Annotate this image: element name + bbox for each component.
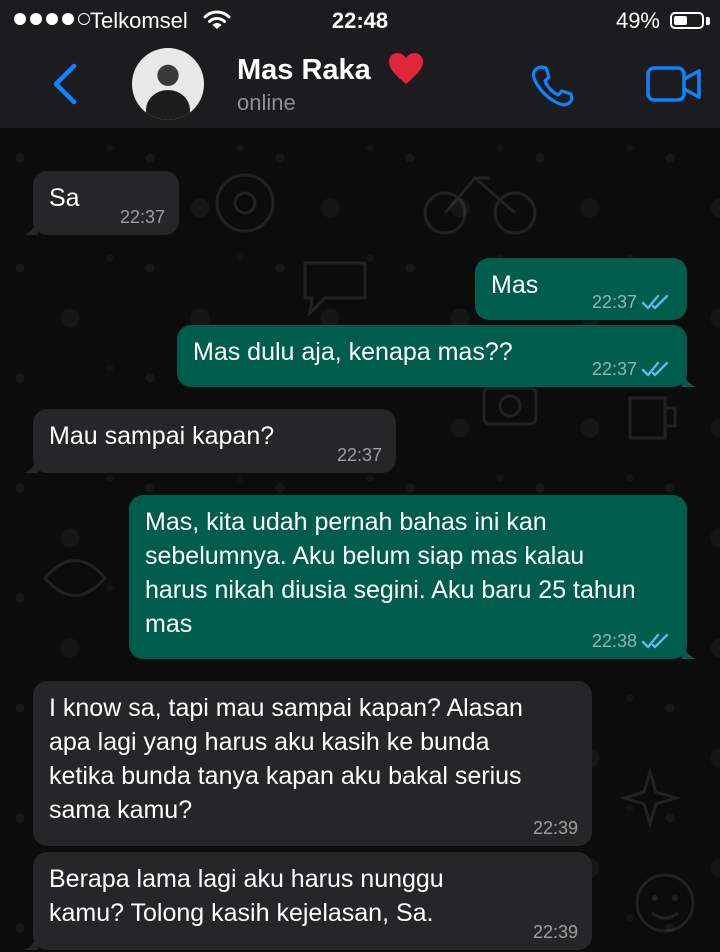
bubble-tail — [682, 371, 696, 387]
bubble-tail — [24, 457, 38, 473]
battery-percent: 49% — [615, 8, 660, 33]
message-bubble-incoming[interactable]: Berapa lama lagi aku harus nunggu kamu? … — [24, 852, 592, 950]
wallpaper-doodle-icon — [215, 173, 275, 233]
message-bubble-incoming[interactable]: I know sa, tapi mau sampai kapan? Alasan… — [33, 681, 592, 846]
double-check-icon — [641, 361, 669, 377]
wallpaper-doodle-icon — [423, 175, 537, 235]
avatar[interactable] — [132, 48, 204, 120]
message-bubble-outgoing[interactable]: Mas 22:37 — [475, 258, 687, 320]
heart-emoji-icon — [389, 53, 423, 84]
message-text: Mas, kita udah pernah bahas ini kan sebe… — [145, 508, 643, 638]
battery-icon — [670, 12, 704, 29]
message-bubble-outgoing[interactable]: Mas dulu aja, kenapa mas?? 22:37 — [177, 325, 696, 387]
message-bubble-incoming[interactable]: Mau sampai kapan? 22:37 — [24, 409, 396, 473]
bubble-tail — [24, 219, 38, 235]
wallpaper-doodle-icon — [303, 261, 367, 318]
message-time: 22:37 — [336, 445, 382, 465]
status-bar: Telkomsel 22:48 49% — [0, 0, 720, 40]
wallpaper-doodle-icon — [635, 873, 695, 933]
message-time: 22:37 — [591, 359, 637, 379]
battery-tip — [706, 17, 710, 25]
message-text: Mau sampai kapan? — [49, 422, 275, 450]
chat-area[interactable]: Sa 22:37 Mas 22:37 Mas dulu aja, kenapa … — [0, 128, 720, 952]
message-bubble-outgoing[interactable]: Mas, kita udah pernah bahas ini kan sebe… — [129, 495, 696, 659]
message-text: I know sa, tapi mau sampai kapan? Alasan… — [49, 694, 530, 824]
message-time: 22:38 — [591, 631, 637, 651]
message-time: 22:39 — [532, 818, 578, 838]
wallpaper-doodle-icon — [620, 768, 680, 828]
video-call-icon[interactable] — [646, 66, 702, 102]
message-time: 22:37 — [119, 207, 165, 227]
bubble-tail — [24, 934, 38, 950]
bubble-tail — [682, 643, 696, 659]
message-bubble-incoming[interactable]: Sa 22:37 — [24, 171, 179, 235]
message-time: 22:39 — [532, 922, 578, 942]
message-text: Berapa lama lagi aku harus nunggu kamu? … — [49, 865, 451, 927]
message-time: 22:37 — [591, 292, 637, 312]
back-chevron-icon[interactable] — [50, 62, 80, 106]
chat-header: Mas Raka online — [0, 40, 720, 129]
double-check-icon — [641, 294, 669, 310]
wallpaper-doodle-icon — [628, 396, 677, 440]
status-time: 22:48 — [331, 8, 389, 33]
wallpaper-doodle-icon — [43, 559, 107, 597]
contact-status: online — [237, 90, 296, 115]
contact-name[interactable]: Mas Raka — [237, 54, 371, 87]
double-check-icon — [641, 633, 669, 649]
phone-icon[interactable] — [530, 64, 574, 108]
